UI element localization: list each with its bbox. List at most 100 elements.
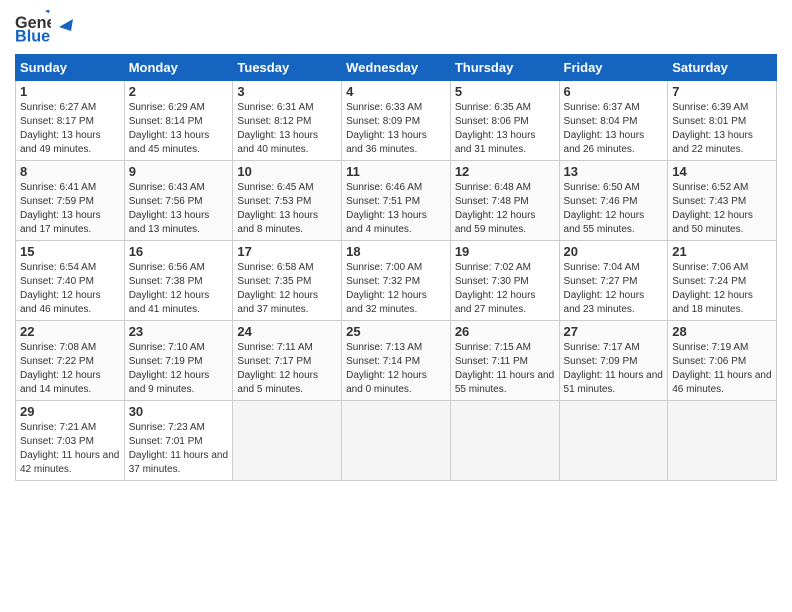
logo-icon: General Blue [15,10,51,46]
day-info: Sunrise: 7:21 AMSunset: 7:03 PMDaylight:… [20,421,120,477]
day-number: 26 [455,324,555,339]
day-info: Sunrise: 6:50 AMSunset: 7:46 PMDaylight:… [564,181,664,237]
calendar-cell: 20 Sunrise: 7:04 AMSunset: 7:27 PMDayligh… [559,241,668,321]
calendar-cell: 2 Sunrise: 6:29 AMSunset: 8:14 PMDaylight… [124,81,233,161]
day-info: Sunrise: 7:23 AMSunset: 7:01 PMDaylight:… [129,421,229,477]
calendar-cell: 26 Sunrise: 7:15 AMSunset: 7:11 PMDayligh… [450,321,559,401]
calendar-cell: 3Sunrise: 6:31 AMSunset: 8:12 PMDaylight… [233,81,342,161]
day-number: 25 [346,324,446,339]
day-info: Sunrise: 6:29 AMSunset: 8:14 PMDaylight:… [129,101,229,157]
day-number: 18 [346,244,446,259]
calendar-cell: 11Sunrise: 6:46 AMSunset: 7:51 PMDayligh… [342,161,451,241]
day-info: Sunrise: 6:48 AMSunset: 7:48 PMDaylight:… [455,181,555,237]
calendar-container: General Blue SundayMondayTuesdayWednesda… [0,0,792,491]
day-info: Sunrise: 7:10 AMSunset: 7:19 PMDaylight:… [129,341,229,397]
calendar-cell: 15Sunrise: 6:54 AMSunset: 7:40 PMDayligh… [16,241,125,321]
day-number: 9 [129,164,229,179]
day-info: Sunrise: 6:56 AMSunset: 7:38 PMDaylight:… [129,261,229,317]
calendar-cell: 1Sunrise: 6:27 AMSunset: 8:17 PMDaylight… [16,81,125,161]
day-number: 17 [237,244,337,259]
day-info: Sunrise: 7:13 AMSunset: 7:14 PMDaylight:… [346,341,446,397]
calendar-cell: 12Sunrise: 6:48 AMSunset: 7:48 PMDayligh… [450,161,559,241]
calendar-cell: 16 Sunrise: 6:56 AMSunset: 7:38 PMDayligh… [124,241,233,321]
day-number: 14 [672,164,772,179]
day-number: 10 [237,164,337,179]
calendar-week-4: 29 Sunrise: 7:21 AMSunset: 7:03 PMDayligh… [16,401,777,481]
day-info: Sunrise: 6:37 AMSunset: 8:04 PMDaylight:… [564,101,664,157]
calendar-week-1: 8 Sunrise: 6:41 AMSunset: 7:59 PMDaylight… [16,161,777,241]
calendar-cell: 18 Sunrise: 7:00 AMSunset: 7:32 PMDayligh… [342,241,451,321]
calendar-cell: 24Sunrise: 7:11 AMSunset: 7:17 PMDayligh… [233,321,342,401]
calendar-cell: 7 Sunrise: 6:39 AMSunset: 8:01 PMDaylight… [668,81,777,161]
day-number: 8 [20,164,120,179]
day-number: 13 [564,164,664,179]
day-number: 28 [672,324,772,339]
day-info: Sunrise: 6:43 AMSunset: 7:56 PMDaylight:… [129,181,229,237]
calendar-cell: 8 Sunrise: 6:41 AMSunset: 7:59 PMDaylight… [16,161,125,241]
calendar-header-row: SundayMondayTuesdayWednesdayThursdayFrid… [16,55,777,81]
calendar-cell: 25 Sunrise: 7:13 AMSunset: 7:14 PMDayligh… [342,321,451,401]
day-number: 23 [129,324,229,339]
day-info: Sunrise: 6:58 AMSunset: 7:35 PMDaylight:… [237,261,337,317]
day-info: Sunrise: 7:08 AMSunset: 7:22 PMDaylight:… [20,341,120,397]
calendar-week-3: 22 Sunrise: 7:08 AMSunset: 7:22 PMDayligh… [16,321,777,401]
day-number: 29 [20,404,120,419]
day-number: 11 [346,164,446,179]
day-info: Sunrise: 7:04 AMSunset: 7:27 PMDaylight:… [564,261,664,317]
calendar-cell: 27 Sunrise: 7:17 AMSunset: 7:09 PMDayligh… [559,321,668,401]
col-header-sunday: Sunday [16,55,125,81]
col-header-friday: Friday [559,55,668,81]
calendar-cell [450,401,559,481]
day-info: Sunrise: 6:52 AMSunset: 7:43 PMDaylight:… [672,181,772,237]
day-number: 2 [129,84,229,99]
calendar-header: General Blue [15,10,777,46]
day-info: Sunrise: 7:06 AMSunset: 7:24 PMDaylight:… [672,261,772,317]
day-info: Sunrise: 7:15 AMSunset: 7:11 PMDaylight:… [455,341,555,397]
calendar-table: SundayMondayTuesdayWednesdayThursdayFrid… [15,54,777,481]
day-info: Sunrise: 7:11 AMSunset: 7:17 PMDaylight:… [237,341,337,397]
calendar-week-2: 15Sunrise: 6:54 AMSunset: 7:40 PMDayligh… [16,241,777,321]
calendar-cell: 10Sunrise: 6:45 AMSunset: 7:53 PMDayligh… [233,161,342,241]
calendar-cell: 13 Sunrise: 6:50 AMSunset: 7:46 PMDayligh… [559,161,668,241]
calendar-cell: 22 Sunrise: 7:08 AMSunset: 7:22 PMDayligh… [16,321,125,401]
calendar-cell: 23 Sunrise: 7:10 AMSunset: 7:19 PMDayligh… [124,321,233,401]
logo-arrow-icon [55,13,77,35]
day-info: Sunrise: 6:41 AMSunset: 7:59 PMDaylight:… [20,181,120,237]
svg-text:Blue: Blue [15,28,50,46]
calendar-cell [668,401,777,481]
day-number: 7 [672,84,772,99]
day-info: Sunrise: 7:19 AMSunset: 7:06 PMDaylight:… [672,341,772,397]
calendar-cell [233,401,342,481]
day-info: Sunrise: 6:39 AMSunset: 8:01 PMDaylight:… [672,101,772,157]
calendar-cell: 9 Sunrise: 6:43 AMSunset: 7:56 PMDaylight… [124,161,233,241]
logo: General Blue [15,10,77,46]
day-info: Sunrise: 6:27 AMSunset: 8:17 PMDaylight:… [20,101,120,157]
calendar-cell: 4Sunrise: 6:33 AMSunset: 8:09 PMDaylight… [342,81,451,161]
day-number: 16 [129,244,229,259]
col-header-tuesday: Tuesday [233,55,342,81]
calendar-cell: 29 Sunrise: 7:21 AMSunset: 7:03 PMDayligh… [16,401,125,481]
calendar-cell: 30Sunrise: 7:23 AMSunset: 7:01 PMDayligh… [124,401,233,481]
day-info: Sunrise: 6:33 AMSunset: 8:09 PMDaylight:… [346,101,446,157]
day-number: 6 [564,84,664,99]
day-info: Sunrise: 6:31 AMSunset: 8:12 PMDaylight:… [237,101,337,157]
calendar-cell: 14 Sunrise: 6:52 AMSunset: 7:43 PMDayligh… [668,161,777,241]
calendar-week-0: 1Sunrise: 6:27 AMSunset: 8:17 PMDaylight… [16,81,777,161]
day-number: 22 [20,324,120,339]
day-number: 19 [455,244,555,259]
day-number: 20 [564,244,664,259]
day-info: Sunrise: 7:17 AMSunset: 7:09 PMDaylight:… [564,341,664,397]
col-header-thursday: Thursday [450,55,559,81]
col-header-saturday: Saturday [668,55,777,81]
day-info: Sunrise: 7:02 AMSunset: 7:30 PMDaylight:… [455,261,555,317]
calendar-cell: 17 Sunrise: 6:58 AMSunset: 7:35 PMDayligh… [233,241,342,321]
day-number: 27 [564,324,664,339]
calendar-cell [342,401,451,481]
calendar-cell: 5Sunrise: 6:35 AMSunset: 8:06 PMDaylight… [450,81,559,161]
day-number: 21 [672,244,772,259]
col-header-monday: Monday [124,55,233,81]
calendar-cell [559,401,668,481]
day-number: 5 [455,84,555,99]
day-info: Sunrise: 7:00 AMSunset: 7:32 PMDaylight:… [346,261,446,317]
day-number: 15 [20,244,120,259]
